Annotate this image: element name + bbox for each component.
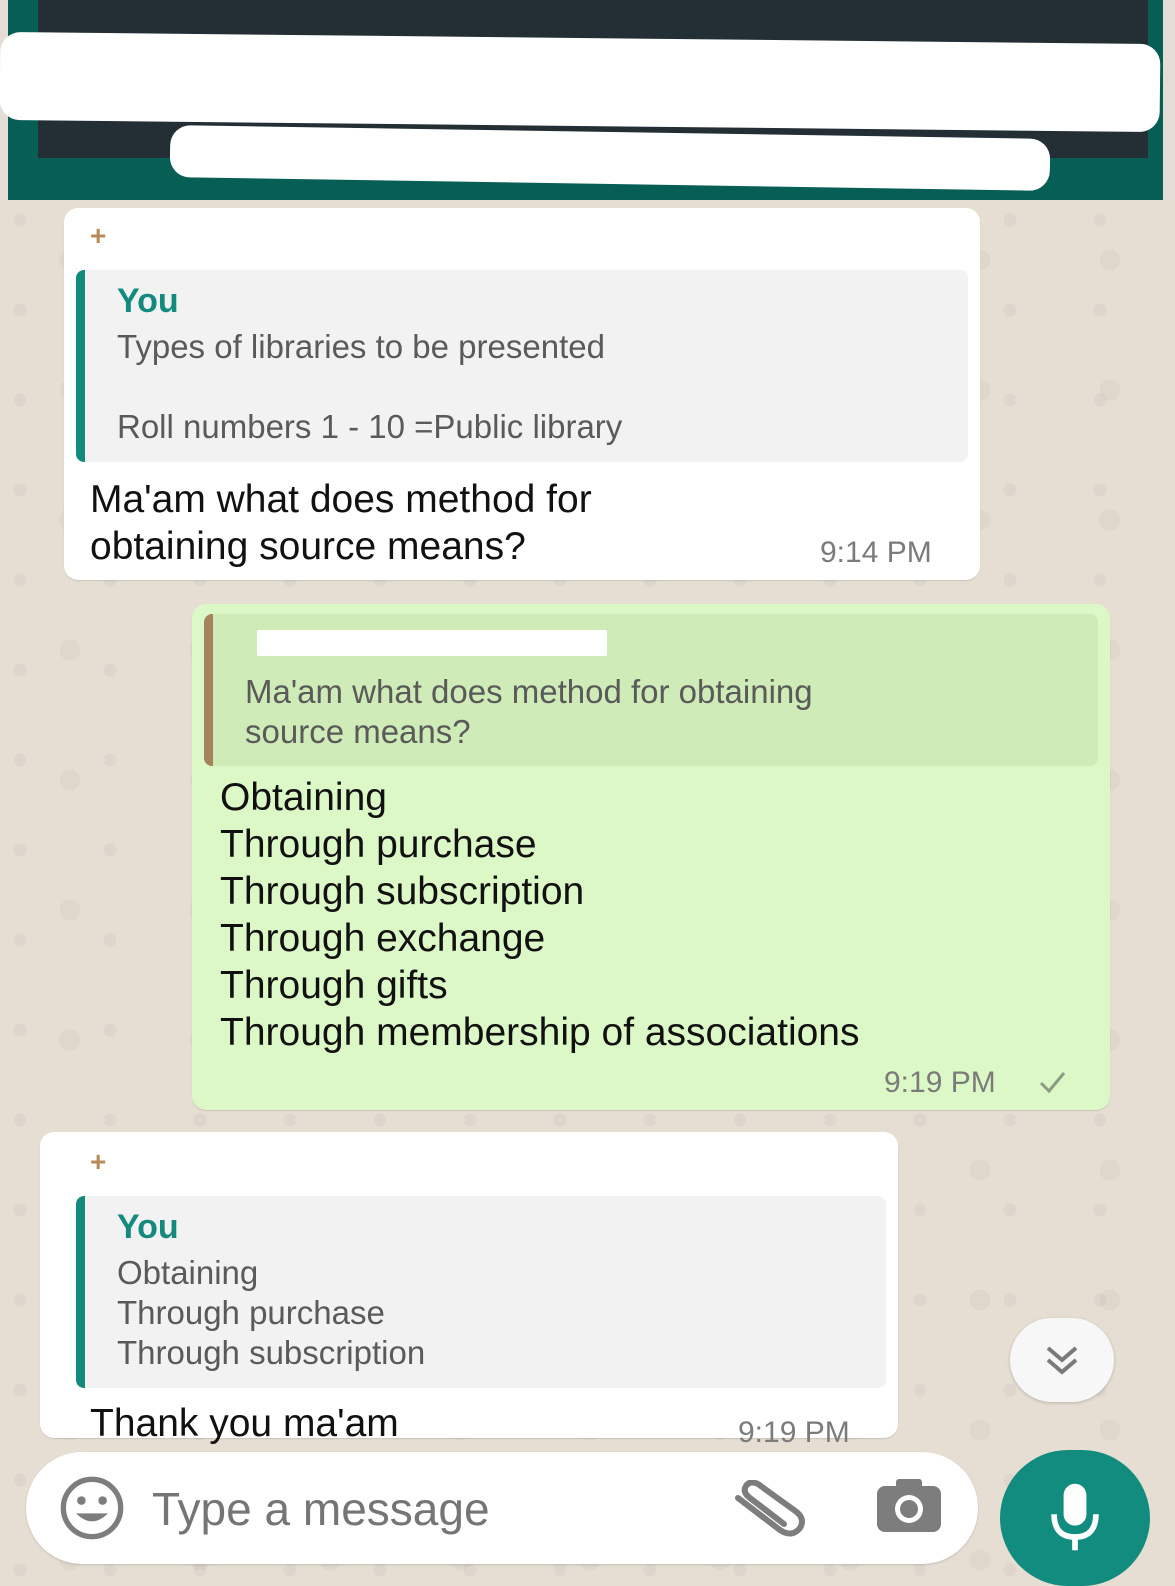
redaction-mark [257, 630, 607, 656]
message-line: Through purchase [220, 823, 537, 866]
quote-text: Obtaining [117, 1254, 259, 1291]
quote-text: source means? [245, 713, 471, 750]
quoted-message[interactable]: Ma'am what does method for obtaining sou… [204, 614, 1098, 766]
chevron-double-down-icon [1046, 1346, 1078, 1375]
message-time: 9:19 PM [738, 1416, 850, 1449]
redaction-mark [0, 31, 1161, 133]
scroll-to-bottom-button[interactable] [1010, 1318, 1114, 1402]
paperclip-icon[interactable] [730, 1480, 810, 1540]
quote-text: Roll numbers 1 - 10 =Public library [117, 408, 623, 445]
outgoing-message[interactable]: Ma'am what does method for obtaining sou… [192, 604, 1110, 1110]
mic-icon [1051, 1483, 1099, 1551]
message-text: Ma'am what does method for obtaining sou… [90, 476, 592, 570]
quoted-message[interactable]: You Obtaining Through purchase Through s… [76, 1196, 886, 1388]
incoming-message[interactable]: + You Types of libraries to be presented… [64, 208, 980, 580]
message-line: Ma'am what does method for [90, 478, 592, 521]
message-line: obtaining source means? [90, 525, 526, 568]
message-line: Through subscription [220, 870, 585, 913]
message-line: Through exchange [220, 917, 546, 960]
emoji-icon[interactable] [58, 1474, 126, 1542]
quoted-message[interactable]: You Types of libraries to be presented R… [76, 270, 968, 462]
quote-text: Through purchase [117, 1294, 385, 1331]
message-line: Obtaining [220, 776, 387, 819]
quote-author: You [117, 1208, 179, 1246]
message-text: Obtaining Through purchase Through subsc… [220, 774, 859, 1056]
message-input[interactable] [150, 1470, 714, 1548]
quote-author: You [117, 282, 179, 320]
camera-icon[interactable] [874, 1476, 944, 1536]
message-text: Thank you ma'am [90, 1402, 399, 1445]
message-time: 9:14 PM [820, 536, 932, 569]
sender-prefix: + [90, 220, 107, 251]
check-icon [1039, 1072, 1066, 1094]
sender-prefix: + [90, 1146, 107, 1177]
mic-button[interactable] [1000, 1450, 1150, 1586]
message-time: 9:19 PM [884, 1066, 996, 1099]
incoming-message[interactable]: + You Obtaining Through purchase Through… [40, 1132, 898, 1449]
quote-text: Through subscription [117, 1334, 426, 1371]
quote-text: Ma'am what does method for obtaining [245, 673, 813, 710]
quote-text: Types of libraries to be presented [117, 328, 605, 365]
message-line: Through membership of associations [220, 1011, 860, 1054]
message-line: Through gifts [220, 964, 448, 1007]
